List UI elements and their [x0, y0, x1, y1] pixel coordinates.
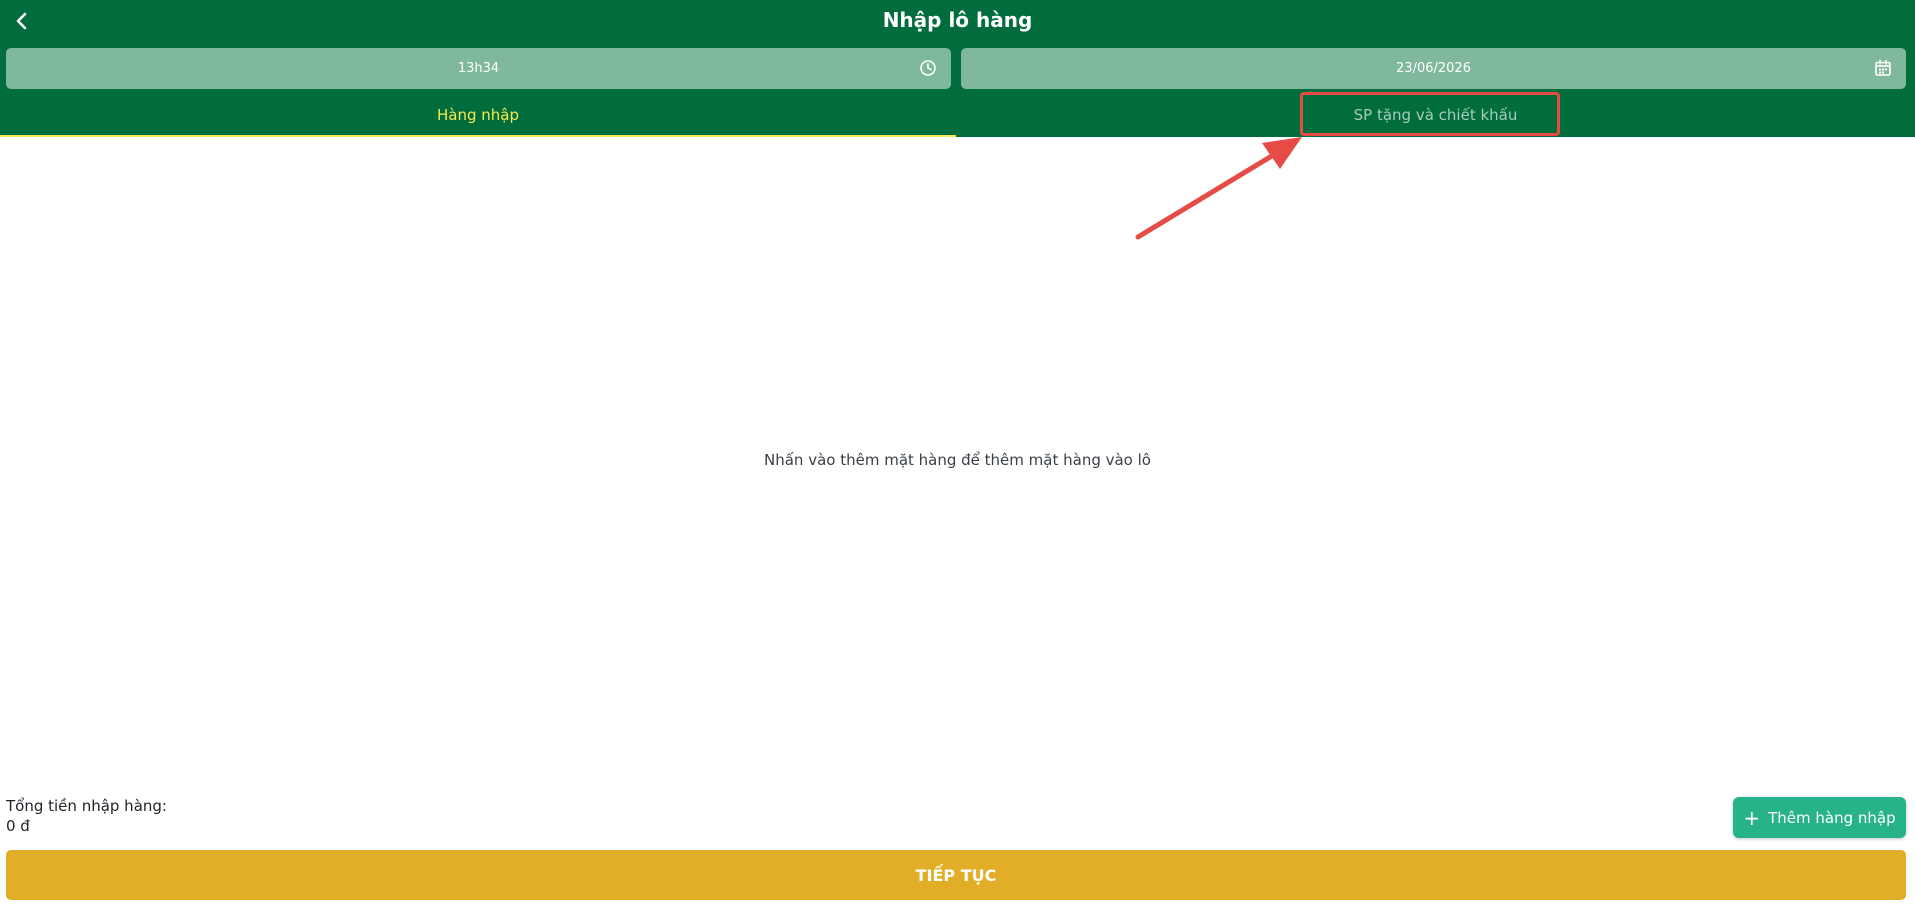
tab-hang-nhap[interactable]: Hàng nhập [0, 93, 956, 137]
continue-button[interactable]: TIẾP TỤC [6, 850, 1906, 900]
active-tab-indicator [0, 135, 956, 137]
import-batch-screen: Nhập lô hàng 13h34 23/06/2026 Hàng nhập … [0, 0, 1915, 907]
tab-label: SP tặng và chiết khấu [1353, 106, 1518, 124]
app-header: Nhập lô hàng 13h34 23/06/2026 Hàng nhập … [0, 0, 1915, 137]
time-picker[interactable]: 13h34 [6, 48, 951, 89]
total-value: 0 đ [6, 817, 30, 835]
empty-state-message: Nhấn vào thêm mặt hàng để thêm mặt hàng … [764, 451, 1151, 469]
tab-sp-tang-chiet-khau[interactable]: SP tặng và chiết khấu [956, 93, 1915, 137]
total-label: Tổng tiền nhập hàng: [6, 797, 167, 815]
plus-icon: + [1743, 805, 1761, 830]
add-import-item-button[interactable]: + Thêm hàng nhập [1733, 797, 1906, 838]
calendar-icon [1874, 59, 1892, 77]
date-value: 23/06/2026 [1396, 61, 1471, 76]
clock-icon [919, 59, 937, 77]
annotation-arrow-icon [1135, 137, 1302, 240]
page-title: Nhập lô hàng [882, 8, 1033, 32]
date-picker[interactable]: 23/06/2026 [961, 48, 1906, 89]
add-button-label: Thêm hàng nhập [1768, 808, 1896, 827]
time-value: 13h34 [457, 61, 500, 76]
tab-label: Hàng nhập [437, 106, 519, 124]
